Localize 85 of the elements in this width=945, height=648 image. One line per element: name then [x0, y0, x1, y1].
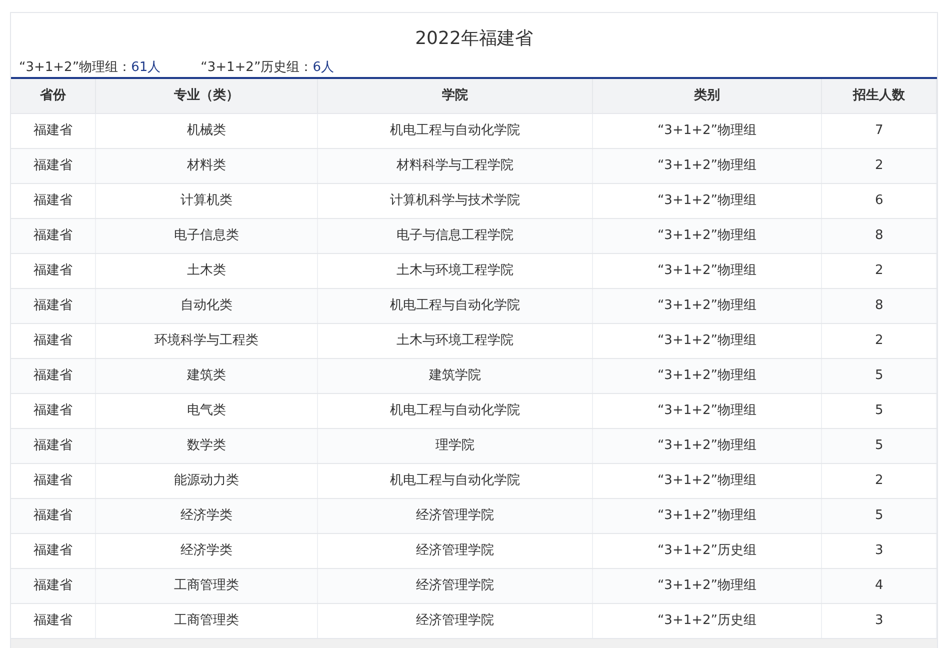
table-cell: “3+1+2”历史组 — [592, 534, 822, 568]
table-cell: 5 — [822, 359, 937, 393]
table-cell: 8 — [822, 289, 937, 323]
summary-value: 6人 — [312, 60, 334, 76]
table-cell: 土木与环境工程学院 — [318, 324, 593, 358]
table-cell: 福建省 — [11, 114, 96, 148]
column-header: 招生人数 — [822, 79, 937, 113]
table-cell: 机械类 — [96, 114, 318, 148]
table-cell: 福建省 — [11, 534, 96, 568]
table-cell: 福建省 — [11, 499, 96, 533]
table-cell: 电子与信息工程学院 — [318, 219, 593, 253]
table-cell: 2 — [822, 324, 937, 358]
table-cell: 8 — [822, 219, 937, 253]
table-cell: 工商管理类 — [96, 569, 318, 603]
table-cell: 土木类 — [96, 254, 318, 288]
table-cell: “3+1+2”物理组 — [592, 219, 822, 253]
table-cell: “3+1+2”物理组 — [592, 324, 822, 358]
table-cell: 计算机类 — [96, 184, 318, 218]
table-cell: 5 — [822, 394, 937, 428]
table-cell: 2 — [822, 464, 937, 498]
table-cell: 福建省 — [11, 429, 96, 463]
table-cell: “3+1+2”物理组 — [592, 499, 822, 533]
table-cell: 福建省 — [11, 464, 96, 498]
table-cell: 福建省 — [11, 184, 96, 218]
table-cell: 经济管理学院 — [318, 534, 593, 568]
table-cell: 3 — [822, 604, 937, 638]
table-cell: “3+1+2”物理组 — [592, 289, 822, 323]
table-cell: 机电工程与自动化学院 — [318, 114, 593, 148]
table-cell: 福建省 — [11, 324, 96, 358]
table-cell: 6 — [822, 184, 937, 218]
table-cell: 计算机科学与技术学院 — [318, 184, 593, 218]
table-cell: 福建省 — [11, 149, 96, 183]
table-cell: “3+1+2”物理组 — [592, 569, 822, 603]
table-cell: 土木与环境工程学院 — [318, 254, 593, 288]
table-cell: 经济管理学院 — [318, 499, 593, 533]
summary-value: 61人 — [131, 60, 161, 76]
column-header: 类别 — [592, 79, 822, 113]
table-cell: 3 — [822, 534, 937, 568]
table-cell: 建筑学院 — [318, 359, 593, 393]
column-header: 专业（类） — [96, 79, 318, 113]
table-cell: “3+1+2”物理组 — [592, 149, 822, 183]
table-cell: 2 — [822, 149, 937, 183]
table-cell: 材料类 — [96, 149, 318, 183]
table-cell: 经济管理学院 — [318, 604, 593, 638]
summary-label: “3+1+2”物理组： — [19, 60, 132, 76]
table-cell: 环境科学与工程类 — [96, 324, 318, 358]
column-header: 省份 — [11, 79, 96, 113]
table-cell: 自动化类 — [96, 289, 318, 323]
table-cell: 福建省 — [11, 394, 96, 428]
table-cell: 材料科学与工程学院 — [318, 149, 593, 183]
table-cell: 经济管理学院 — [318, 569, 593, 603]
page-title: 2022年福建省 — [415, 27, 533, 51]
table-cell: 能源动力类 — [96, 464, 318, 498]
table-cell: 4 — [822, 569, 937, 603]
table-cell: 福建省 — [11, 254, 96, 288]
table-cell: 电子信息类 — [96, 219, 318, 253]
table-cell: 福建省 — [11, 569, 96, 603]
table-cell: “3+1+2”物理组 — [592, 254, 822, 288]
table-cell: 电气类 — [96, 394, 318, 428]
table-cell: 机电工程与自动化学院 — [318, 464, 593, 498]
table-cell: 5 — [822, 499, 937, 533]
table-cell: 福建省 — [11, 604, 96, 638]
table-cell: “3+1+2”物理组 — [592, 184, 822, 218]
table-cell: “3+1+2”物理组 — [592, 394, 822, 428]
table-cell: “3+1+2”物理组 — [592, 464, 822, 498]
table-cell: 经济学类 — [96, 534, 318, 568]
table-cell: “3+1+2”物理组 — [592, 359, 822, 393]
table-cell: 工商管理类 — [96, 604, 318, 638]
table-cell: 5 — [822, 429, 937, 463]
summary-label: “3+1+2”历史组： — [200, 60, 313, 76]
table-cell: 数学类 — [96, 429, 318, 463]
table-cell: “3+1+2”历史组 — [592, 604, 822, 638]
table-cell: 福建省 — [11, 359, 96, 393]
table-cell: 7 — [822, 114, 937, 148]
table-cell: “3+1+2”物理组 — [592, 114, 822, 148]
table-cell: 福建省 — [11, 219, 96, 253]
table-cell: 机电工程与自动化学院 — [318, 394, 593, 428]
table-cell: 福建省 — [11, 289, 96, 323]
column-header: 学院 — [318, 79, 593, 113]
table-cell: 理学院 — [318, 429, 593, 463]
table-cell: 2 — [822, 254, 937, 288]
table-cell: “3+1+2”物理组 — [592, 429, 822, 463]
table-cell: 经济学类 — [96, 499, 318, 533]
table-cell: 建筑类 — [96, 359, 318, 393]
table-cell: 机电工程与自动化学院 — [318, 289, 593, 323]
